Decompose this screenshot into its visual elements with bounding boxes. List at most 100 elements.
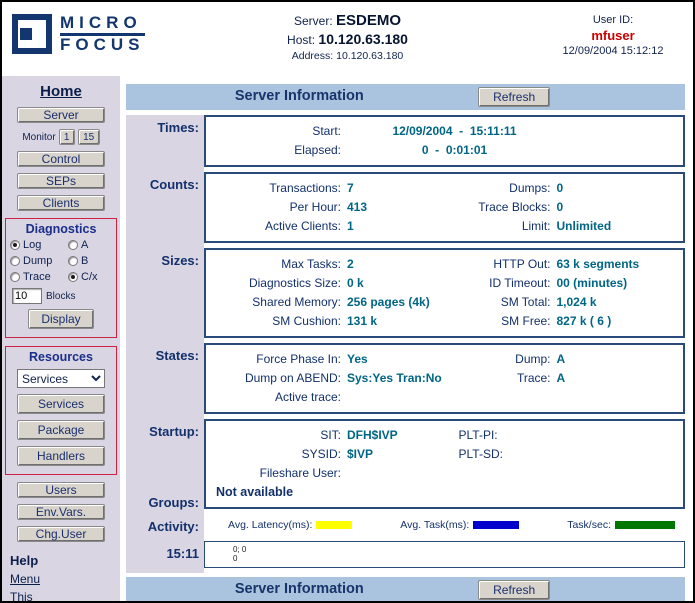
logo-line1: MICRO	[60, 14, 145, 36]
micro-focus-logo-icon	[12, 14, 52, 54]
page: MICRO FOCUS Server: ESDEMO Host: 10.120.…	[0, 0, 695, 603]
legend-task-sec: Task/sec:	[567, 519, 675, 531]
radio-cx-icon[interactable]	[68, 272, 78, 282]
handlers-button[interactable]: Handlers	[17, 446, 105, 466]
kv-label: SYSID:	[212, 445, 347, 464]
server-button[interactable]: Server	[17, 107, 105, 123]
kv-label: Elapsed:	[212, 141, 347, 160]
refresh-button-top[interactable]: Refresh	[478, 87, 550, 107]
activity-legend: Avg. Latency(ms): Avg. Task(ms): Task/se…	[204, 514, 685, 536]
page-title: Server Information	[126, 88, 473, 104]
activity-strip-line2: 0	[233, 554, 684, 563]
blocks-input[interactable]	[12, 288, 42, 304]
sidebar-bottom: Help Menu This	[6, 553, 40, 603]
services-button[interactable]: Services	[17, 394, 105, 414]
kv-value: 131 k	[347, 312, 377, 331]
kv-sm-cushion: SM Cushion: 131 k	[212, 312, 445, 331]
timestamp: 12/09/2004 15:12:12	[543, 45, 683, 57]
states-row-label: States:	[126, 343, 204, 419]
kv-trace-state: Trace: A	[445, 369, 678, 388]
partial-link[interactable]: This	[10, 590, 40, 603]
users-button[interactable]: Users	[17, 482, 105, 498]
refresh-button-bottom[interactable]: Refresh	[478, 580, 550, 600]
radio-dump[interactable]: Dump	[10, 255, 68, 267]
activity-row-label: Activity:	[126, 514, 204, 541]
radio-a-icon[interactable]	[68, 240, 78, 250]
kv-shared-memory: Shared Memory: 256 pages (4k)	[212, 293, 445, 312]
monitor-15-button[interactable]: 15	[78, 129, 100, 145]
radio-dump-label: Dump	[23, 255, 52, 267]
kv-value: Yes	[347, 350, 368, 369]
kv-http-out: HTTP Out: 63 k segments	[445, 255, 678, 274]
radio-log-icon[interactable]	[10, 240, 20, 250]
kv-id-timeout: ID Timeout: 00 (minutes)	[445, 274, 678, 293]
radio-log[interactable]: Log	[10, 239, 68, 251]
header: MICRO FOCUS Server: ESDEMO Host: 10.120.…	[2, 2, 693, 76]
resources-select[interactable]: Services	[17, 369, 105, 388]
kv-value: 0 k	[347, 274, 364, 293]
kv-force-phase-in: Force Phase In: Yes	[212, 350, 445, 369]
kv-value: 0 - 0:01:01	[347, 141, 562, 160]
kv-start: Start: 12/09/2004 - 15:11:11	[212, 122, 677, 141]
server-label: Server:	[294, 14, 333, 28]
radio-trace[interactable]: Trace	[10, 271, 68, 283]
radio-dump-icon[interactable]	[10, 256, 20, 266]
kv-dumps: Dumps: 0	[445, 179, 678, 198]
kv-label: Start:	[212, 122, 347, 141]
kv-value: A	[557, 369, 566, 388]
kv-value: 0	[557, 179, 564, 198]
help-label: Help	[10, 553, 40, 568]
kv-label: Active Clients:	[212, 217, 347, 236]
kv-sm-free: SM Free: 827 k ( 6 )	[445, 312, 678, 331]
display-button[interactable]: Display	[28, 309, 94, 329]
monitor-1-button[interactable]: 1	[59, 129, 75, 145]
kv-label: Transactions:	[212, 179, 347, 198]
sizes-row-label: Sizes:	[126, 248, 204, 343]
startup-label: Startup:	[149, 424, 199, 439]
main-content: Server Information Refresh Times: Start:…	[120, 76, 693, 601]
package-button[interactable]: Package	[17, 420, 105, 440]
envvars-button[interactable]: Env.Vars.	[17, 504, 105, 520]
kv-label: SIT:	[212, 426, 347, 445]
kv-plt-sd: PLT-SD:	[445, 445, 678, 464]
kv-sm-total: SM Total: 1,024 k	[445, 293, 678, 312]
kv-value: 7	[347, 179, 354, 198]
kv-value: Unlimited	[557, 217, 612, 236]
clients-button[interactable]: Clients	[17, 195, 105, 211]
latency-color-swatch	[316, 521, 352, 529]
radio-cx[interactable]: C/x	[68, 271, 112, 283]
kv-value: 1,024 k	[557, 293, 597, 312]
user-id-value: mfuser	[543, 28, 683, 43]
kv-value: 12/09/2004 - 15:11:11	[347, 122, 562, 141]
kv-label: Dumps:	[445, 179, 557, 198]
kv-active-clients: Active Clients: 1	[212, 217, 445, 236]
kv-label: Shared Memory:	[212, 293, 347, 312]
sidebar: Home Server Monitor 1 15 Control SEPs Cl…	[2, 76, 120, 601]
kv-value: 2	[347, 255, 354, 274]
user-id-label: User ID:	[543, 14, 683, 26]
host-value: 10.120.63.180	[318, 31, 408, 47]
kv-plt-pi: PLT-PI:	[445, 426, 678, 445]
legend-latency: Avg. Latency(ms):	[228, 519, 352, 531]
kv-label: Per Hour:	[212, 198, 347, 217]
kv-max-tasks: Max Tasks: 2	[212, 255, 445, 274]
home-link[interactable]: Home	[40, 83, 82, 100]
seps-button[interactable]: SEPs	[17, 173, 105, 189]
radio-a[interactable]: A	[68, 239, 112, 251]
radio-b-icon[interactable]	[68, 256, 78, 266]
kv-label: Dump:	[445, 350, 557, 369]
counts-row: Counts: Transactions: 7 Per	[126, 172, 685, 248]
legend-task-ms: Avg. Task(ms):	[400, 519, 519, 531]
kv-label: PLT-SD:	[445, 445, 509, 464]
control-button[interactable]: Control	[17, 151, 105, 167]
menu-link[interactable]: Menu	[10, 572, 40, 586]
server-info-table: Times: Start: 12/09/2004 - 15:11:11 Elap…	[126, 115, 685, 573]
task-ms-color-swatch	[473, 521, 519, 529]
chguser-button[interactable]: Chg.User	[17, 526, 105, 542]
radio-trace-icon[interactable]	[10, 272, 20, 282]
sizes-box: Max Tasks: 2 Diagnostics Size: 0 k Share…	[204, 248, 685, 338]
kv-transactions: Transactions: 7	[212, 179, 445, 198]
server-identity: Server: ESDEMO Host: 10.120.63.180 Addre…	[287, 12, 408, 62]
radio-b[interactable]: B	[68, 255, 112, 267]
kv-trace-blocks: Trace Blocks: 0	[445, 198, 678, 217]
